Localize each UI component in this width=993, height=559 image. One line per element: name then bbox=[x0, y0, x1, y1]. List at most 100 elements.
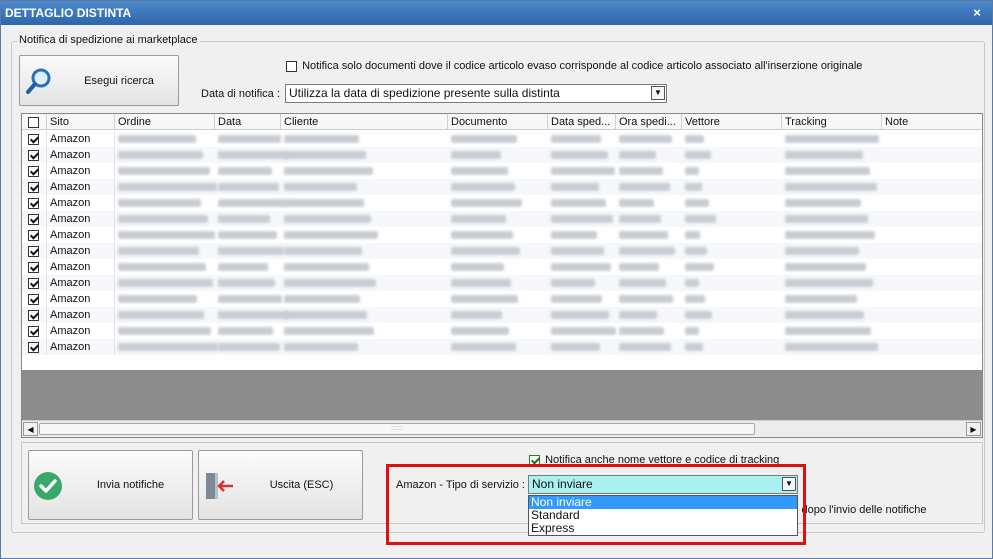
search-button[interactable]: Esegui ricerca bbox=[19, 55, 179, 106]
table-row[interactable]: Amazon bbox=[22, 131, 982, 147]
table-row[interactable]: Amazon bbox=[22, 323, 982, 339]
redacted-cell bbox=[551, 343, 600, 351]
date-label: Data di notifica : bbox=[201, 88, 280, 100]
horizontal-scrollbar[interactable]: ◀ :::::: ▶ bbox=[22, 420, 982, 437]
select-all-checkbox[interactable] bbox=[28, 116, 39, 128]
row-checkbox[interactable] bbox=[28, 277, 39, 289]
row-select-cell[interactable] bbox=[22, 227, 47, 243]
header-ordine[interactable]: Ordine bbox=[115, 114, 215, 130]
group-legend: Notifica di spedizione ai marketplace bbox=[17, 34, 200, 46]
redacted-cell bbox=[619, 135, 672, 143]
row-sito: Amazon bbox=[47, 147, 115, 163]
exit-button[interactable]: Uscita (ESC) bbox=[198, 450, 363, 520]
close-icon[interactable]: × bbox=[970, 1, 984, 25]
redacted-cell bbox=[218, 311, 289, 319]
only-docs-option[interactable]: Notifica solo documenti dove il codice a… bbox=[286, 60, 862, 72]
row-sito: Amazon bbox=[47, 227, 115, 243]
redacted-cell bbox=[284, 343, 358, 351]
row-select-cell[interactable] bbox=[22, 195, 47, 211]
redacted-cell bbox=[551, 311, 609, 319]
header-sito[interactable]: Sito bbox=[47, 114, 115, 130]
row-select-cell[interactable] bbox=[22, 179, 47, 195]
redacted-cell bbox=[551, 247, 604, 255]
table-row[interactable]: Amazon bbox=[22, 179, 982, 195]
row-select-cell[interactable] bbox=[22, 243, 47, 259]
table-row[interactable]: Amazon bbox=[22, 195, 982, 211]
row-checkbox[interactable] bbox=[28, 181, 39, 193]
redacted-cell bbox=[785, 247, 859, 255]
redacted-cell bbox=[551, 263, 611, 271]
row-checkbox[interactable] bbox=[28, 149, 39, 161]
scroll-left-icon[interactable]: ◀ bbox=[23, 422, 38, 436]
send-notifications-button[interactable]: Invia notifiche bbox=[28, 450, 193, 520]
table-row[interactable]: Amazon bbox=[22, 339, 982, 355]
row-checkbox[interactable] bbox=[28, 325, 39, 337]
redacted-cell bbox=[685, 247, 707, 255]
table-row[interactable]: Amazon bbox=[22, 147, 982, 163]
row-select-cell[interactable] bbox=[22, 323, 47, 339]
row-sito: Amazon bbox=[47, 163, 115, 179]
redacted-cell bbox=[685, 167, 699, 175]
redacted-cell bbox=[451, 247, 520, 255]
only-docs-checkbox[interactable] bbox=[286, 60, 297, 72]
redacted-cell bbox=[619, 343, 671, 351]
header-documento[interactable]: Documento bbox=[448, 114, 548, 130]
redacted-cell bbox=[451, 199, 522, 207]
redacted-cell bbox=[785, 151, 863, 159]
row-select-cell[interactable] bbox=[22, 259, 47, 275]
redacted-cell bbox=[685, 279, 699, 287]
redacted-cell bbox=[118, 263, 206, 271]
table-row[interactable]: Amazon bbox=[22, 227, 982, 243]
row-checkbox[interactable] bbox=[28, 309, 39, 321]
row-checkbox[interactable] bbox=[28, 133, 39, 145]
row-checkbox[interactable] bbox=[28, 165, 39, 177]
redacted-cell bbox=[218, 135, 281, 143]
row-select-cell[interactable] bbox=[22, 147, 47, 163]
header-tracking[interactable]: Tracking bbox=[782, 114, 882, 130]
redacted-cell bbox=[218, 295, 282, 303]
row-sito: Amazon bbox=[47, 211, 115, 227]
row-checkbox[interactable] bbox=[28, 213, 39, 225]
magnifier-icon bbox=[26, 68, 51, 94]
header-select-all[interactable] bbox=[22, 114, 47, 130]
table-row[interactable]: Amazon bbox=[22, 275, 982, 291]
table-row[interactable]: Amazon bbox=[22, 243, 982, 259]
redacted-cell bbox=[451, 231, 513, 239]
row-select-cell[interactable] bbox=[22, 291, 47, 307]
row-sito: Amazon bbox=[47, 323, 115, 339]
date-combo[interactable]: Utilizza la data di spedizione presente … bbox=[285, 84, 667, 103]
row-checkbox[interactable] bbox=[28, 341, 39, 353]
row-select-cell[interactable] bbox=[22, 163, 47, 179]
row-select-cell[interactable] bbox=[22, 211, 47, 227]
redacted-cell bbox=[685, 199, 709, 207]
row-checkbox[interactable] bbox=[28, 229, 39, 241]
row-checkbox[interactable] bbox=[28, 293, 39, 305]
scroll-right-icon[interactable]: ▶ bbox=[966, 422, 981, 436]
redacted-cell bbox=[551, 295, 602, 303]
header-vettore[interactable]: Vettore bbox=[682, 114, 782, 130]
row-checkbox[interactable] bbox=[28, 261, 39, 273]
shipment-grid: Sito Ordine Data Cliente Documento Data … bbox=[21, 113, 983, 438]
grid-empty-area bbox=[22, 370, 982, 422]
redacted-cell bbox=[284, 183, 357, 191]
row-checkbox[interactable] bbox=[28, 245, 39, 257]
redacted-cell bbox=[551, 199, 606, 207]
row-select-cell[interactable] bbox=[22, 339, 47, 355]
table-row[interactable]: Amazon bbox=[22, 163, 982, 179]
row-select-cell[interactable] bbox=[22, 275, 47, 291]
table-row[interactable]: Amazon bbox=[22, 291, 982, 307]
row-select-cell[interactable] bbox=[22, 307, 47, 323]
header-data[interactable]: Data bbox=[215, 114, 281, 130]
redacted-cell bbox=[685, 295, 705, 303]
table-row[interactable]: Amazon bbox=[22, 307, 982, 323]
header-note[interactable]: Note bbox=[882, 114, 982, 130]
header-ora-sped[interactable]: Ora spedi... bbox=[616, 114, 682, 130]
chevron-down-icon[interactable]: ▼ bbox=[651, 86, 665, 100]
table-row[interactable]: Amazon bbox=[22, 259, 982, 275]
row-checkbox[interactable] bbox=[28, 197, 39, 209]
table-row[interactable]: Amazon bbox=[22, 211, 982, 227]
row-select-cell[interactable] bbox=[22, 131, 47, 147]
scroll-thumb[interactable]: :::::: bbox=[39, 423, 755, 435]
header-cliente[interactable]: Cliente bbox=[281, 114, 448, 130]
header-data-sped[interactable]: Data sped... bbox=[548, 114, 616, 130]
